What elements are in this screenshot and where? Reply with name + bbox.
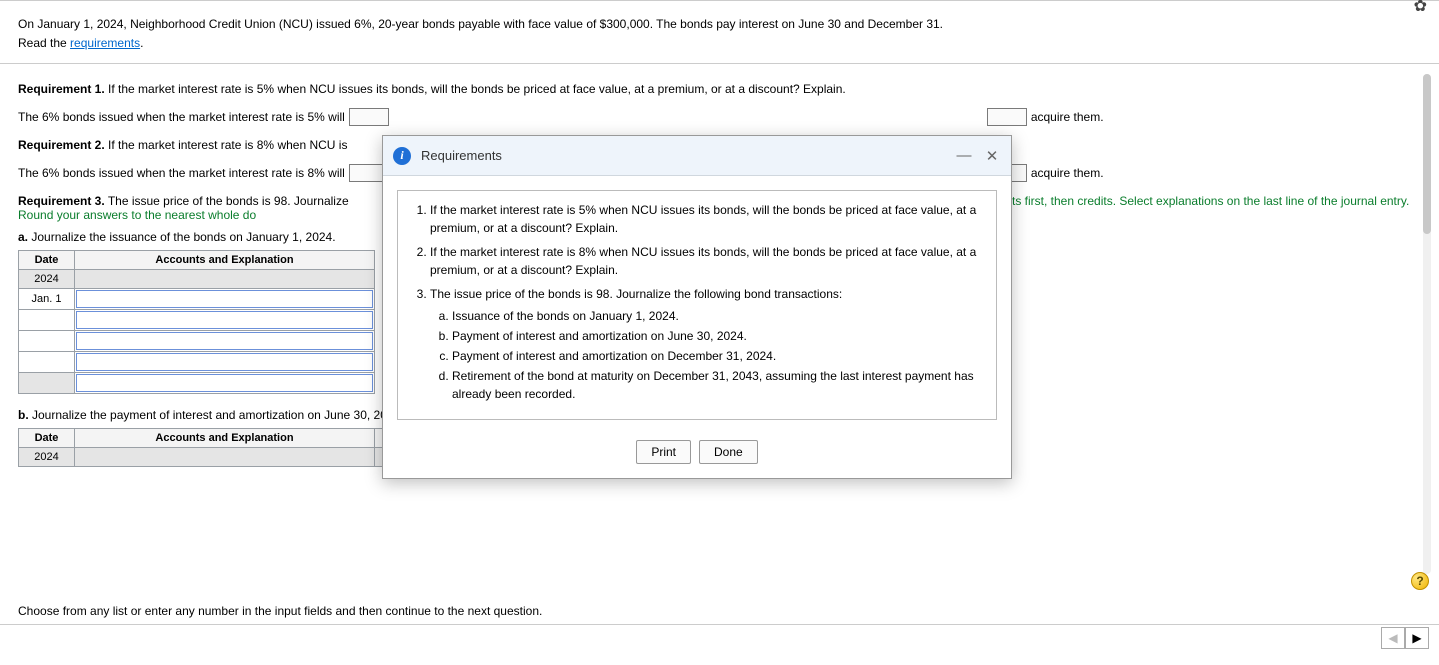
done-button[interactable]: Done [699,440,758,464]
req3a-text: Journalize the issuance of the bonds on … [28,230,336,244]
modal-title: Requirements [421,148,945,163]
req2-text: If the market interest rate is 8% when N… [105,138,348,152]
cell-blank [19,331,75,352]
nav-bar: ◀ ▶ [0,624,1439,650]
intro-block: On January 1, 2024, Neighborhood Credit … [0,1,1439,64]
scrollbar[interactable] [1423,74,1431,574]
scrollbar-thumb[interactable] [1423,74,1431,234]
journal-table-a: Date Accounts and Explanation 2024 Jan. … [18,250,375,394]
next-button[interactable]: ▶ [1405,627,1429,649]
gear-icon[interactable]: ✿ [1414,0,1427,16]
info-icon: i [393,147,411,165]
cell-year: 2024 [19,270,75,289]
intro-text: On January 1, 2024, Neighborhood Credit … [18,15,1421,34]
req1-dropdown-2[interactable] [987,108,1027,126]
req3-label: Requirement 3. [18,194,105,208]
req3a-label: a. [18,230,28,244]
th-accts-b: Accounts and Explanation [75,429,375,448]
req1-line-b: acquire them. [1031,110,1104,124]
modal-header[interactable]: i Requirements — ✕ [383,136,1011,176]
print-button[interactable]: Print [636,440,691,464]
req-item-1: If the market interest rate is 5% when N… [430,201,984,237]
read-prefix: Read the [18,36,70,50]
cell-blank [19,352,75,373]
req3-text: The issue price of the bonds is 98. Jour… [105,194,349,208]
requirements-box: If the market interest rate is 5% when N… [397,190,997,420]
req1-line-a: The 6% bonds issued when the market inte… [18,110,345,124]
th-date-b: Date [19,429,75,448]
req-item-3-text: The issue price of the bonds is 98. Jour… [430,287,842,301]
acct-input-2[interactable] [76,311,373,329]
cell-year-b: 2024 [19,448,75,467]
acct-input-5[interactable] [76,374,373,392]
req-item-3b: Payment of interest and amortization on … [452,327,984,345]
requirements-modal: i Requirements — ✕ If the market interes… [382,135,1012,479]
cell-blank [19,310,75,331]
req1-text: If the market interest rate is 5% when N… [105,82,846,96]
req-item-3d: Retirement of the bond at maturity on De… [452,367,984,403]
minimize-icon[interactable]: — [955,147,973,165]
close-icon[interactable]: ✕ [983,147,1001,165]
req-item-3c: Payment of interest and amortization on … [452,347,984,365]
req1-label: Requirement 1. [18,82,105,96]
req3b-label: b. [18,408,29,422]
requirements-link[interactable]: requirements [70,36,140,50]
footer-text: Choose from any list or enter any number… [0,594,1439,624]
req-item-3: The issue price of the bonds is 98. Jour… [430,285,984,403]
acct-input-4[interactable] [76,353,373,371]
help-icon[interactable]: ? [1411,572,1429,590]
req1-dropdown-1[interactable] [349,108,389,126]
req3b-text: Journalize the payment of interest and a… [29,408,404,422]
th-accts: Accounts and Explanation [75,251,375,270]
req2-line-a: The 6% bonds issued when the market inte… [18,166,345,180]
cell-empty [75,270,375,289]
cell-jan1: Jan. 1 [19,289,75,310]
req2-label: Requirement 2. [18,138,105,152]
read-period: . [140,36,143,50]
acct-input-3[interactable] [76,332,373,350]
cell-empty-b [75,448,375,467]
th-date: Date [19,251,75,270]
cell-blank [19,373,75,394]
req-item-3a: Issuance of the bonds on January 1, 2024… [452,307,984,325]
req2-line-b: acquire them. [1031,166,1104,180]
acct-input-1[interactable] [76,290,373,308]
prev-button[interactable]: ◀ [1381,627,1405,649]
req-item-2: If the market interest rate is 8% when N… [430,243,984,279]
